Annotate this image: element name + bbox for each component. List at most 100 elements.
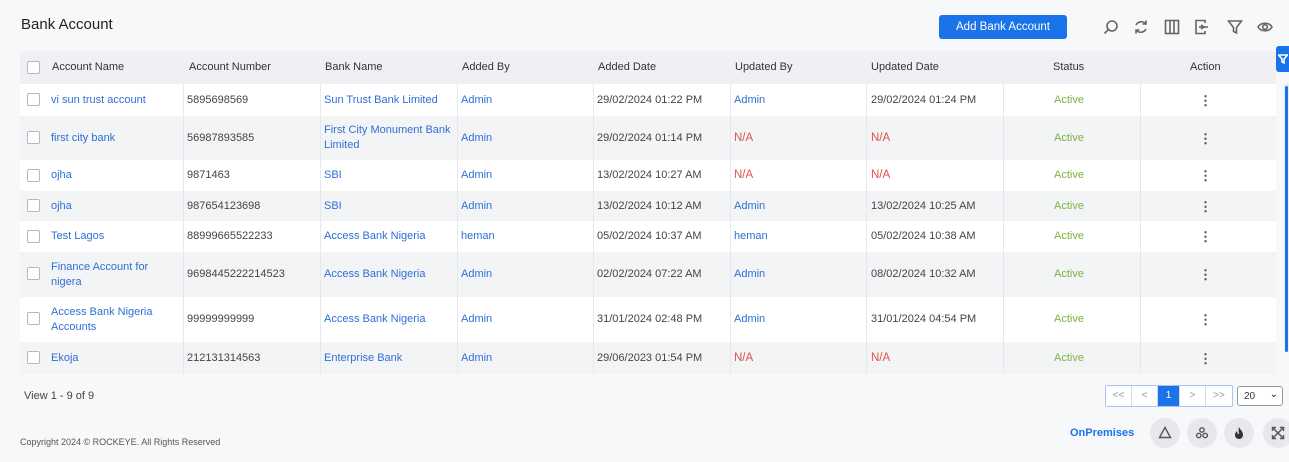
- bank-name-link[interactable]: Access Bank Nigeria: [324, 312, 426, 327]
- row-action-menu-icon[interactable]: ⋮: [1141, 229, 1270, 244]
- page-button-current[interactable]: 1: [1158, 386, 1180, 406]
- pagination: << < 1 > >>: [1105, 385, 1233, 407]
- chevron-down-icon: ⌄: [1269, 389, 1278, 400]
- row-action-menu-icon[interactable]: ⋮: [1141, 351, 1270, 366]
- row-checkbox[interactable]: [27, 169, 40, 182]
- updated-by-link[interactable]: Admin: [734, 312, 765, 327]
- added-by-link[interactable]: heman: [461, 229, 495, 244]
- column-header-account-number[interactable]: Account Number: [189, 51, 271, 84]
- column-header-updated-by[interactable]: Updated By: [735, 51, 792, 84]
- status-badge: Active: [1054, 230, 1084, 242]
- page-size-value: 20: [1244, 390, 1256, 402]
- filter-icon[interactable]: [1225, 17, 1245, 37]
- bank-name-link[interactable]: Sun Trust Bank Limited: [324, 93, 438, 108]
- bank-name-link[interactable]: Enterprise Bank: [324, 351, 402, 366]
- updated-by-link[interactable]: heman: [734, 229, 768, 244]
- row-action-menu-icon[interactable]: ⋮: [1141, 93, 1270, 108]
- row-checkbox[interactable]: [27, 312, 40, 325]
- row-checkbox[interactable]: [27, 267, 40, 280]
- table-row: Finance Account for nigera 9698445222214…: [20, 252, 1276, 297]
- bank-name-link[interactable]: Access Bank Nigeria: [324, 229, 426, 244]
- recycle-icon[interactable]: [1150, 418, 1180, 448]
- table-row: ojha 9871463 SBI Admin 13/02/2024 10:27 …: [20, 160, 1276, 191]
- bank-name-link[interactable]: Access Bank Nigeria: [324, 267, 426, 282]
- modules-icon[interactable]: [1187, 418, 1217, 448]
- select-all-checkbox[interactable]: [27, 61, 40, 74]
- row-action-menu-icon[interactable]: ⋮: [1141, 312, 1270, 327]
- column-header-bank-name[interactable]: Bank Name: [325, 51, 382, 84]
- eye-icon[interactable]: [1255, 17, 1275, 37]
- status-badge: Active: [1054, 268, 1084, 280]
- account-name-link[interactable]: first city bank: [51, 131, 115, 146]
- column-header-status[interactable]: Status: [1053, 51, 1084, 84]
- updated-date-na: N/A: [871, 351, 891, 364]
- first-page-button[interactable]: <<: [1106, 386, 1132, 406]
- account-name-link[interactable]: ojha: [51, 168, 72, 183]
- updated-by-link[interactable]: Admin: [734, 93, 765, 108]
- next-page-button[interactable]: >: [1180, 386, 1206, 406]
- added-by-link[interactable]: Admin: [461, 93, 492, 108]
- page-title: Bank Account: [21, 16, 113, 33]
- row-action-menu-icon[interactable]: ⋮: [1141, 199, 1270, 214]
- account-name-link[interactable]: Finance Account for nigera: [51, 260, 177, 290]
- refresh-icon[interactable]: [1131, 17, 1151, 37]
- updated-date: 08/02/2024 10:32 AM: [871, 268, 976, 280]
- fire-icon[interactable]: [1224, 418, 1254, 448]
- added-by-link[interactable]: Admin: [461, 131, 492, 146]
- status-badge: Active: [1054, 169, 1084, 181]
- account-name-link[interactable]: Test Lagos: [51, 229, 104, 244]
- bank-account-table: Account Name Account Number Bank Name Ad…: [20, 51, 1276, 374]
- table-scrollbar-thumb[interactable]: [1285, 86, 1288, 352]
- row-checkbox[interactable]: [27, 131, 40, 144]
- added-by-link[interactable]: Admin: [461, 351, 492, 366]
- column-header-account-name[interactable]: Account Name: [52, 51, 124, 84]
- row-action-menu-icon[interactable]: ⋮: [1141, 131, 1270, 146]
- added-by-link[interactable]: Admin: [461, 312, 492, 327]
- updated-date: 05/02/2024 10:38 AM: [871, 230, 976, 242]
- add-bank-account-button[interactable]: Add Bank Account: [939, 15, 1067, 39]
- updated-date: 31/01/2024 04:54 PM: [871, 313, 977, 325]
- fullscreen-icon[interactable]: [1263, 418, 1289, 448]
- columns-icon[interactable]: [1162, 17, 1182, 37]
- added-by-link[interactable]: Admin: [461, 168, 492, 183]
- column-header-added-date[interactable]: Added Date: [598, 51, 656, 84]
- column-header-updated-date[interactable]: Updated Date: [871, 51, 939, 84]
- added-by-link[interactable]: Admin: [461, 199, 492, 214]
- column-header-added-by[interactable]: Added By: [462, 51, 510, 84]
- bank-name-link[interactable]: SBI: [324, 168, 342, 183]
- row-checkbox[interactable]: [27, 351, 40, 364]
- bank-name-link[interactable]: First City Monument Bank Limited: [324, 123, 451, 153]
- account-name-link[interactable]: Access Bank Nigeria Accounts: [51, 305, 177, 335]
- account-number: 9698445222214523: [187, 268, 285, 280]
- search-icon[interactable]: [1101, 17, 1121, 37]
- bank-name-link[interactable]: SBI: [324, 199, 342, 214]
- added-date: 13/02/2024 10:27 AM: [597, 169, 702, 181]
- added-date: 29/02/2024 01:14 PM: [597, 131, 703, 144]
- row-checkbox[interactable]: [27, 93, 40, 106]
- row-action-menu-icon[interactable]: ⋮: [1141, 267, 1270, 282]
- filter-panel-tab[interactable]: [1276, 46, 1289, 72]
- added-by-link[interactable]: Admin: [461, 267, 492, 282]
- status-badge: Active: [1054, 313, 1084, 325]
- account-name-link[interactable]: vi sun trust account: [51, 93, 146, 108]
- page-size-select[interactable]: 20 ⌄: [1237, 386, 1283, 406]
- updated-by-link[interactable]: Admin: [734, 199, 765, 214]
- table-row: Access Bank Nigeria Accounts 99999999999…: [20, 297, 1276, 342]
- updated-date: 29/02/2024 01:24 PM: [871, 93, 977, 106]
- status-badge: Active: [1054, 93, 1084, 106]
- updated-by-link[interactable]: Admin: [734, 267, 765, 282]
- onpremises-link[interactable]: OnPremises: [1070, 427, 1134, 439]
- account-name-link[interactable]: Ekoja: [51, 351, 79, 366]
- row-checkbox[interactable]: [27, 230, 40, 243]
- table-row: ojha 987654123698 SBI Admin 13/02/2024 1…: [20, 191, 1276, 221]
- row-checkbox[interactable]: [27, 199, 40, 212]
- export-icon[interactable]: [1192, 17, 1212, 37]
- updated-date-na: N/A: [871, 131, 891, 144]
- prev-page-button[interactable]: <: [1132, 386, 1158, 406]
- last-page-button[interactable]: >>: [1206, 386, 1232, 406]
- row-action-menu-icon[interactable]: ⋮: [1141, 168, 1270, 183]
- account-number: 56987893585: [187, 131, 255, 144]
- column-header-action: Action: [1190, 61, 1221, 73]
- added-date: 13/02/2024 10:12 AM: [597, 199, 702, 212]
- account-name-link[interactable]: ojha: [51, 199, 72, 214]
